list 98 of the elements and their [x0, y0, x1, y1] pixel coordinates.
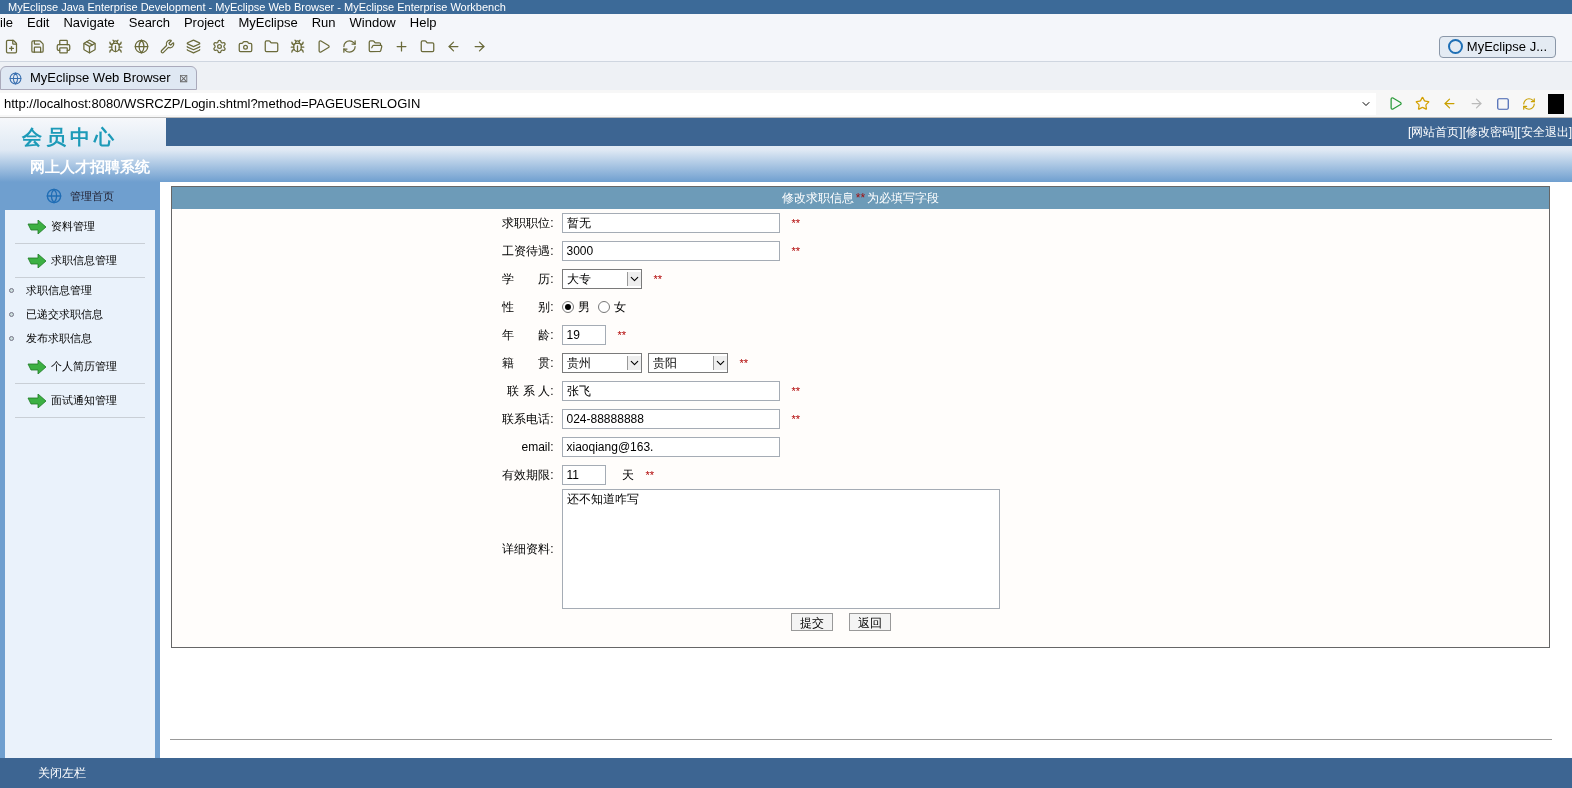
required-mark: **: [791, 411, 801, 427]
field-label: 详细资料:: [501, 541, 554, 558]
text-field[interactable]: 3000: [561, 241, 780, 261]
form-button[interactable]: 提交: [790, 613, 833, 631]
text-field[interactable]: 024-88888888: [561, 409, 780, 429]
unit-label: 天: [621, 467, 634, 484]
caret-icon: [712, 356, 727, 370]
menu-item[interactable]: Window: [342, 13, 403, 33]
radio-option[interactable]: 男: [561, 298, 590, 316]
text-field[interactable]: 19: [561, 325, 606, 345]
field-label: 性 别:: [501, 299, 554, 316]
stop-icon[interactable]: [1496, 96, 1510, 111]
arrow-icon: [27, 393, 47, 408]
sidebar-subitem[interactable]: 发布求职信息: [26, 329, 92, 347]
caret-icon: [626, 272, 641, 286]
wrench-icon[interactable]: [160, 39, 175, 54]
field-label: 籍 贯:: [501, 355, 554, 372]
editor-tab[interactable]: MyEclipse Web Browser ⊠: [0, 66, 197, 90]
field-label: 年 龄:: [501, 327, 554, 344]
required-mark: **: [617, 327, 627, 343]
sidebar-subitem[interactable]: 求职信息管理: [26, 281, 92, 299]
menu-item[interactable]: MyEclipse: [231, 13, 305, 33]
camera-icon[interactable]: [238, 39, 253, 54]
form-title: 修改求职信息 ** 为必填写字段: [172, 187, 1549, 209]
menu-item[interactable]: Edit: [20, 13, 57, 33]
logo-text: 会员中心: [22, 125, 118, 150]
folder-icon[interactable]: [368, 39, 383, 54]
address-field[interactable]: http://localhost:8080/WSRCZP/Login.shtml?method=PAGEUSERLOGIN: [0, 92, 1376, 115]
close-icon[interactable]: ⊠: [178, 69, 188, 87]
globe-icon: [46, 188, 62, 204]
header-link[interactable]: [网站首页]: [1408, 123, 1463, 141]
play-icon[interactable]: [316, 39, 331, 54]
menu-item[interactable]: Search: [121, 13, 177, 33]
arrow-icon: [27, 219, 47, 234]
bug-icon[interactable]: [108, 39, 123, 54]
form-button[interactable]: 返回: [848, 613, 891, 631]
sidebar-item[interactable]: 资料管理: [51, 218, 95, 235]
text-field[interactable]: 暂无: [561, 213, 780, 233]
arrow-icon: [27, 253, 47, 268]
header-link[interactable]: [修改密码]: [1462, 123, 1518, 141]
select-field[interactable]: 大专: [561, 269, 642, 289]
file-plus-icon[interactable]: [4, 39, 19, 54]
star-icon[interactable]: [1415, 96, 1430, 111]
sidebar-home-link[interactable]: 管理首页: [70, 187, 114, 205]
field-label: 工资待遇:: [501, 243, 554, 260]
select-field[interactable]: 贵州: [561, 353, 642, 373]
required-mark: **: [645, 467, 655, 483]
bug-icon[interactable]: [290, 39, 305, 54]
go-icon[interactable]: [1388, 96, 1403, 111]
folder-icon[interactable]: [264, 39, 279, 54]
text-field[interactable]: 11: [561, 465, 606, 485]
menu-item[interactable]: Run: [304, 13, 343, 33]
layers-icon[interactable]: [186, 39, 201, 54]
required-mark: **: [791, 215, 801, 231]
save-icon[interactable]: [30, 39, 45, 54]
system-name: 网上人才招聘系统: [29, 157, 150, 177]
header-link[interactable]: [安全退出]: [1517, 123, 1572, 141]
field-label: 学 历:: [501, 271, 554, 288]
field-label: 有效期限:: [501, 467, 554, 484]
field-label: email:: [520, 439, 554, 456]
arrow-icon: [27, 359, 47, 374]
text-area[interactable]: 还不知道咋写: [561, 489, 1000, 609]
printer-icon[interactable]: [56, 39, 71, 54]
required-mark: **: [653, 271, 663, 287]
folder-icon[interactable]: [420, 39, 435, 54]
arrow-right-icon[interactable]: [472, 39, 487, 54]
menu-item[interactable]: Navigate: [56, 13, 122, 33]
menu-item[interactable]: ile: [0, 13, 20, 33]
sidebar-item[interactable]: 求职信息管理: [51, 252, 117, 269]
globe-icon: [9, 71, 22, 85]
menu-item[interactable]: Project: [176, 13, 232, 33]
required-mark: **: [791, 243, 801, 259]
bullet-icon: [9, 287, 14, 293]
bullet-icon: [9, 335, 14, 341]
window-title: MyEclipse Java Enterprise Development - MyEclipse Web Browser - MyEclipse Enterprise Workbench: [0, 0, 1572, 14]
text-field[interactable]: xiaoqiang@163.: [561, 437, 780, 457]
perspective-button[interactable]: MyEclipse J...: [1438, 35, 1556, 58]
text-field[interactable]: 张飞: [561, 381, 780, 401]
select-field[interactable]: 贵阳: [647, 353, 728, 373]
sidebar-item[interactable]: 面试通知管理: [51, 392, 117, 409]
sidebar-item[interactable]: 个人简历管理: [51, 358, 117, 375]
dark-panel: [1548, 93, 1564, 114]
field-label: 联 系 人:: [506, 383, 554, 400]
refresh-icon[interactable]: [342, 39, 357, 54]
sidebar-subitem[interactable]: 已递交求职信息: [26, 305, 103, 323]
settings-icon[interactable]: [212, 39, 227, 54]
menu-item[interactable]: Help: [402, 13, 444, 33]
footer-link[interactable]: 关闭左栏: [38, 764, 86, 782]
required-mark: **: [791, 383, 801, 399]
caret-icon: [626, 356, 641, 370]
required-mark: **: [739, 355, 749, 371]
package-icon[interactable]: [82, 39, 97, 54]
radio-option[interactable]: 女: [597, 298, 626, 316]
field-label: 联系电话:: [501, 411, 554, 428]
bullet-icon: [9, 311, 14, 317]
plus-icon[interactable]: [394, 39, 409, 54]
globe-icon[interactable]: [134, 39, 149, 54]
field-label: 求职职位:: [501, 215, 554, 232]
